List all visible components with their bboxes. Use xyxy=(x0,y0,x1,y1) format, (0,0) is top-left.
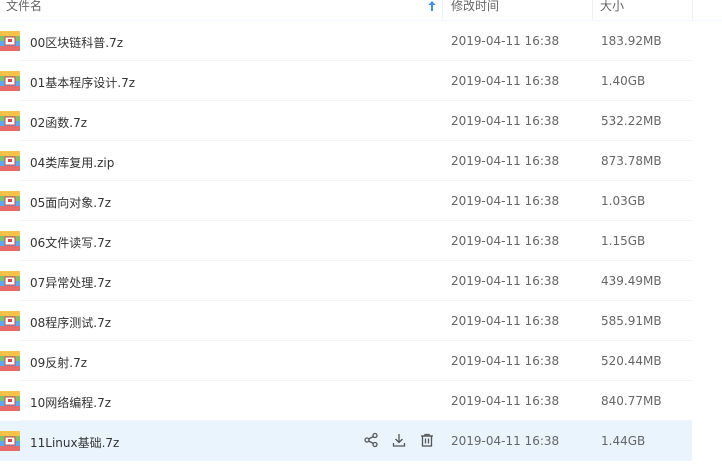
file-size: 439.49MB xyxy=(601,274,662,288)
download-icon[interactable] xyxy=(391,432,407,448)
file-row[interactable]: 02函数.7z 2019-04-11 16:38 532.22MB xyxy=(0,101,692,141)
file-name[interactable]: 07异常处理.7z xyxy=(30,274,111,291)
file-row[interactable]: 08程序测试.7z 2019-04-11 16:38 585.91MB xyxy=(0,301,692,341)
sort-ascending-icon[interactable] xyxy=(426,0,438,13)
delete-icon[interactable] xyxy=(419,432,435,448)
file-size: 840.77MB xyxy=(601,394,662,408)
column-divider[interactable] xyxy=(442,0,443,20)
file-modified-time: 2019-04-11 16:38 xyxy=(451,234,560,248)
file-name[interactable]: 08程序测试.7z xyxy=(30,314,111,331)
file-size: 1.03GB xyxy=(601,194,646,208)
archive-file-icon xyxy=(0,111,20,131)
file-modified-time: 2019-04-11 16:38 xyxy=(451,314,560,328)
column-header-name[interactable]: 文件名 xyxy=(6,0,42,20)
file-list-header: 文件名 修改时间 大小 xyxy=(0,0,722,21)
archive-file-icon xyxy=(0,311,20,331)
archive-file-icon xyxy=(0,191,20,211)
share-icon[interactable] xyxy=(363,432,379,448)
archive-file-icon xyxy=(0,431,20,451)
file-modified-time: 2019-04-11 16:38 xyxy=(451,114,560,128)
file-modified-time: 2019-04-11 16:38 xyxy=(451,274,560,288)
file-row[interactable]: 05面向对象.7z 2019-04-11 16:38 1.03GB xyxy=(0,181,692,221)
file-row[interactable]: 04类库复用.zip 2019-04-11 16:38 873.78MB xyxy=(0,141,692,181)
file-name[interactable]: 01基本程序设计.7z xyxy=(30,74,135,91)
column-header-size[interactable]: 大小 xyxy=(600,0,624,20)
file-size: 873.78MB xyxy=(601,154,662,168)
file-row[interactable]: 01基本程序设计.7z 2019-04-11 16:38 1.40GB xyxy=(0,61,692,101)
file-size: 1.40GB xyxy=(601,74,646,88)
column-header-modified-time[interactable]: 修改时间 xyxy=(451,0,499,20)
file-modified-time: 2019-04-11 16:38 xyxy=(451,394,560,408)
file-row[interactable]: 09反射.7z 2019-04-11 16:38 520.44MB xyxy=(0,341,692,381)
file-name[interactable]: 02函数.7z xyxy=(30,114,87,131)
archive-file-icon xyxy=(0,71,20,91)
archive-file-icon xyxy=(0,31,20,51)
archive-file-icon xyxy=(0,231,20,251)
file-size: 1.44GB xyxy=(601,434,646,448)
file-size: 1.15GB xyxy=(601,234,646,248)
archive-file-icon xyxy=(0,271,20,291)
file-size: 183.92MB xyxy=(601,34,662,48)
file-modified-time: 2019-04-11 16:38 xyxy=(451,34,560,48)
file-row[interactable]: 11Linux基础.7z 2019-04-11 16:38 1.44GB xyxy=(0,421,692,461)
file-size: 532.22MB xyxy=(601,114,662,128)
file-modified-time: 2019-04-11 16:38 xyxy=(451,354,560,368)
archive-file-icon xyxy=(0,351,20,371)
file-name[interactable]: 04类库复用.zip xyxy=(30,154,114,171)
file-name[interactable]: 09反射.7z xyxy=(30,354,87,371)
file-modified-time: 2019-04-11 16:38 xyxy=(451,154,560,168)
column-divider[interactable] xyxy=(692,0,693,20)
file-modified-time: 2019-04-11 16:38 xyxy=(451,194,560,208)
file-size: 585.91MB xyxy=(601,314,662,328)
file-row[interactable]: 07异常处理.7z 2019-04-11 16:38 439.49MB xyxy=(0,261,692,301)
archive-file-icon xyxy=(0,151,20,171)
file-modified-time: 2019-04-11 16:38 xyxy=(451,74,560,88)
file-name[interactable]: 06文件读写.7z xyxy=(30,234,111,251)
file-modified-time: 2019-04-11 16:38 xyxy=(451,434,560,448)
file-size: 520.44MB xyxy=(601,354,662,368)
archive-file-icon xyxy=(0,391,20,411)
file-row[interactable]: 06文件读写.7z 2019-04-11 16:38 1.15GB xyxy=(0,221,692,261)
file-name[interactable]: 11Linux基础.7z xyxy=(30,434,119,451)
file-row[interactable]: 00区块链科普.7z 2019-04-11 16:38 183.92MB xyxy=(0,21,692,61)
file-name[interactable]: 05面向对象.7z xyxy=(30,194,111,211)
file-row[interactable]: 10网络编程.7z 2019-04-11 16:38 840.77MB xyxy=(0,381,692,421)
column-divider[interactable] xyxy=(592,0,593,20)
file-name[interactable]: 10网络编程.7z xyxy=(30,394,111,411)
file-name[interactable]: 00区块链科普.7z xyxy=(30,34,123,51)
